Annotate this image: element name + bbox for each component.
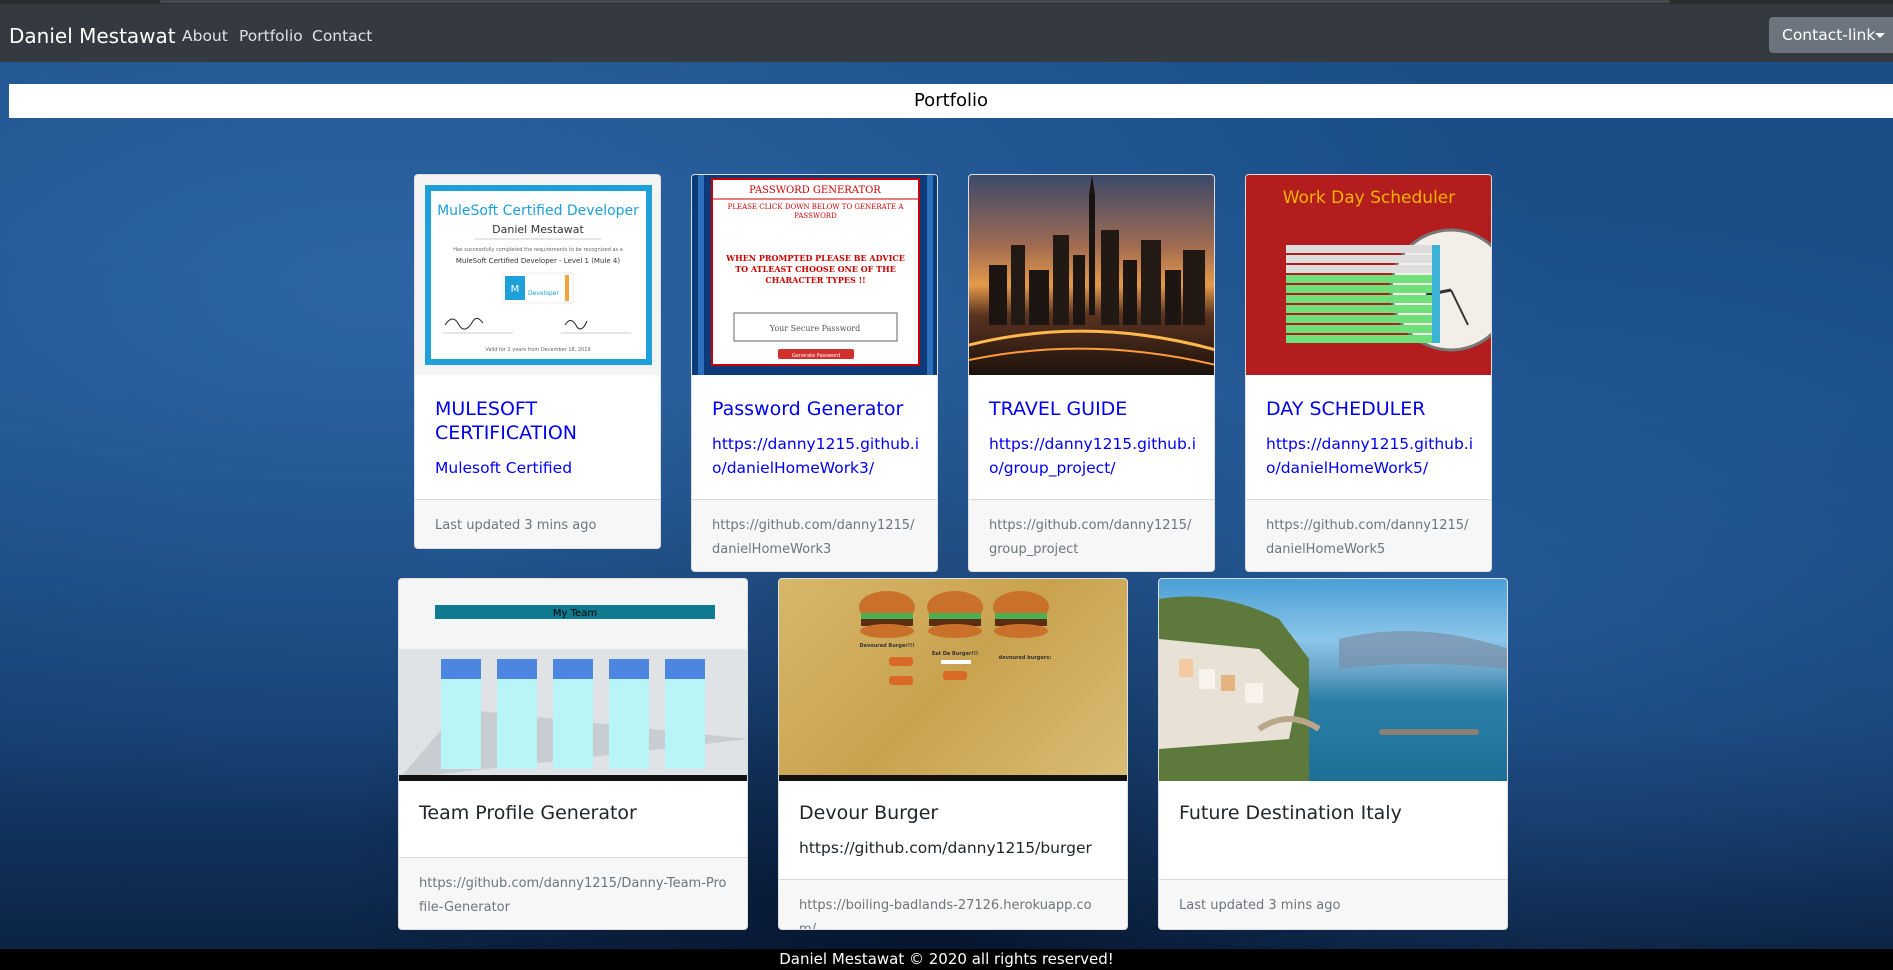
pg-sub: PLEASE CLICK DOWN BELOW TO GENERATE A PA… <box>727 203 904 220</box>
card-footer[interactable]: https://github.com/danny1215/danielHomeW… <box>1246 499 1491 571</box>
certificate-image: MuleSoft Certified Developer Daniel Mest… <box>425 185 652 365</box>
site-footer: Daniel Mestawat © 2020 all rights reserv… <box>0 949 1893 970</box>
card-image[interactable] <box>1159 579 1507 781</box>
burger-right-label: devoured burgers: <box>999 655 1051 661</box>
city-skyline-image <box>969 175 1214 366</box>
burger-center-label: Eat Da Burger!!! <box>932 651 978 657</box>
card-footer: Last updated 3 mins ago <box>1159 879 1507 929</box>
cert-badge: Developer <box>528 290 559 297</box>
card-footer[interactable]: https://github.com/danny1215/danielHomeW… <box>692 499 937 571</box>
card-title: Future Destination Italy <box>1179 802 1402 824</box>
password-generator-image: PASSWORD GENERATOR PLEASE CLICK DOWN BEL… <box>692 175 937 375</box>
nav-link-portfolio[interactable]: Portfolio <box>239 27 303 45</box>
cert-heading: MuleSoft Certified Developer <box>437 203 639 219</box>
burger-app-image: Devoured Burger!!! Eat Da Burger!!! devo… <box>779 591 1127 781</box>
address-bar-edge <box>160 0 1670 3</box>
cert-name: Daniel Mestawat <box>492 223 584 236</box>
card-image[interactable]: PASSWORD GENERATOR PLEASE CLICK DOWN BEL… <box>692 175 937 375</box>
card-link[interactable]: https://danny1215.github.io/danielHomeWo… <box>712 432 922 480</box>
nav-link-contact[interactable]: Contact <box>312 27 372 45</box>
team-profile-image: My Team <box>399 579 747 781</box>
card-title[interactable]: DAY SCHEDULER <box>1266 397 1476 421</box>
card-title: Team Profile Generator <box>419 802 637 824</box>
card-image[interactable] <box>969 175 1214 375</box>
cert-valid: Valid for 2 years from December 18, 2019 <box>485 347 590 353</box>
scheduler-heading: Work Day Scheduler <box>1283 188 1456 208</box>
caret-down-icon <box>1875 33 1885 38</box>
card-footer[interactable]: https://github.com/danny1215/group_proje… <box>969 499 1214 571</box>
burger-left-label: Devoured Burger!!! <box>859 643 914 649</box>
navbar-brand[interactable]: Daniel Mestawat <box>9 24 176 48</box>
card-title[interactable]: MULESOFT CERTIFICATION <box>435 397 645 445</box>
project-card-mulesoft: MuleSoft Certified Developer Daniel Mest… <box>414 174 661 549</box>
project-card-day-scheduler: Work Day Scheduler DAY SCHEDULER https:/… <box>1245 174 1492 572</box>
card-title: Devour Burger <box>799 802 939 824</box>
scheduler-image: Work Day Scheduler <box>1246 175 1491 375</box>
project-card-italy: Future Destination Italy Last updated 3 … <box>1158 578 1508 930</box>
burger-icon <box>859 591 915 638</box>
card-image[interactable]: MuleSoft Certified Developer Daniel Mest… <box>415 175 660 375</box>
project-card-password-generator: PASSWORD GENERATOR PLEASE CLICK DOWN BEL… <box>691 174 938 572</box>
page-title: Portfolio <box>9 84 1893 118</box>
card-image[interactable]: Devoured Burger!!! Eat Da Burger!!! devo… <box>779 579 1127 781</box>
pg-button: Generate Password <box>792 353 840 359</box>
card-footer[interactable]: https://github.com/danny1215/Danny-Team-… <box>399 857 747 929</box>
contact-link-dropdown[interactable]: Contact-link <box>1769 17 1893 53</box>
card-footer: Last updated 3 mins ago <box>415 499 660 548</box>
team-heading: My Team <box>553 608 597 619</box>
card-image[interactable]: Work Day Scheduler <box>1246 175 1491 375</box>
pg-warning: WHEN PROMPTED PLEASE BE ADVICE TO ATLEAS… <box>726 253 905 285</box>
card-link[interactable]: https://danny1215.github.io/danielHomeWo… <box>1266 432 1476 480</box>
card-footer[interactable]: https://boiling-badlands-27126.herokuapp… <box>779 879 1127 929</box>
nav-link-about[interactable]: About <box>182 27 228 45</box>
card-image[interactable]: My Team <box>399 579 747 781</box>
pg-field: Your Secure Password <box>769 324 860 333</box>
cert-line1: Has successfully completed the requireme… <box>453 247 623 253</box>
italy-coast-image <box>1159 596 1507 781</box>
card-title[interactable]: Password Generator <box>712 397 922 421</box>
pg-heading: PASSWORD GENERATOR <box>749 185 881 196</box>
cert-line2: MuleSoft Certified Developer - Level 1 (… <box>456 257 620 265</box>
dropdown-label: Contact-link <box>1782 26 1876 44</box>
navbar: Daniel Mestawat About Portfolio Contact … <box>0 4 1893 62</box>
card-text: https://github.com/danny1215/burger <box>799 839 1092 857</box>
project-card-team-profile: My Team Team Profile Generator https://g… <box>398 578 748 930</box>
card-link[interactable]: Mulesoft Certified <box>435 456 645 480</box>
project-card-travel-guide: TRAVEL GUIDE https://danny1215.github.io… <box>968 174 1215 572</box>
svg-text:M: M <box>511 284 520 295</box>
card-link[interactable]: https://danny1215.github.io/group_projec… <box>989 432 1199 480</box>
card-title[interactable]: TRAVEL GUIDE <box>989 397 1199 421</box>
project-card-devour-burger: Devoured Burger!!! Eat Da Burger!!! devo… <box>778 578 1128 930</box>
